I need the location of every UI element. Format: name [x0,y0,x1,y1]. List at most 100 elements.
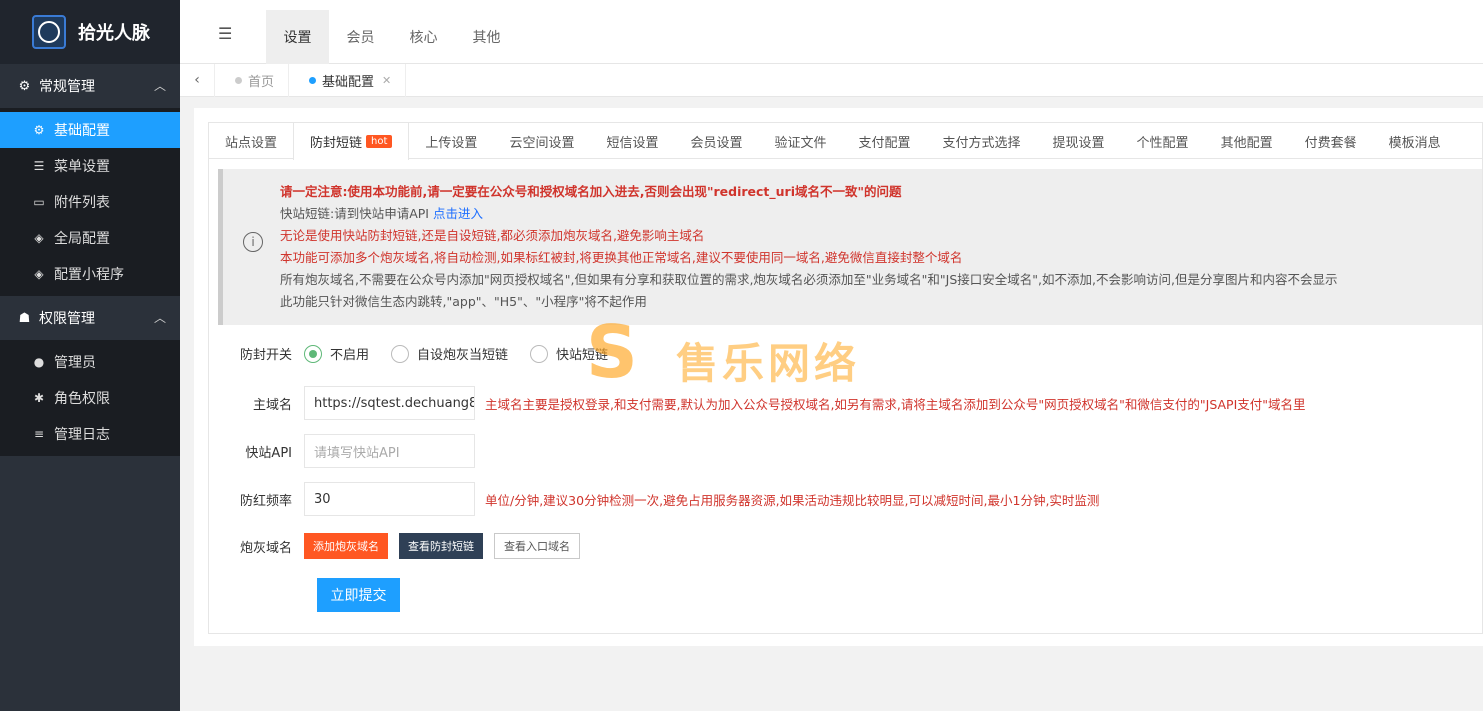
menu-icon: ☰ [33,159,45,173]
page-tab-home[interactable]: 首页 [215,63,290,97]
chevron-left-icon[interactable]: ‹ [180,63,215,97]
row-kuaizhan-api: 快站API 请填写快站API [209,434,475,468]
folder-icon: ▭ [33,195,45,209]
tab-sms-settings[interactable]: 短信设置 [590,123,674,159]
tab-member-settings[interactable]: 会员设置 [674,123,758,159]
page-tab-label: 首页 [248,74,275,90]
close-icon[interactable]: ✕ [382,74,391,87]
sidebar-item-roles[interactable]: ✱ 角色权限 [0,380,180,416]
radio-custom-short-link[interactable]: 自设炮灰当短链 [391,344,508,363]
sidebar-item-admins[interactable]: ● 管理员 [0,344,180,380]
main-domain-input[interactable]: https://sqtest.dechuang8.cn/ [304,386,475,420]
tab-site-settings[interactable]: 站点设置 [209,123,293,159]
field-label: 防红频率 [239,493,292,509]
tab-personal-config[interactable]: 个性配置 [1121,123,1205,159]
sidebar-item-label: 附件列表 [54,195,110,211]
cube-icon: ◈ [34,267,44,281]
radio-kuaizhan-short-link[interactable]: 快站短链 [530,344,608,363]
hot-badge: hot [366,135,393,148]
radio-label: 快站短链 [556,348,609,363]
page-tabs-bar: ‹ 首页 基础配置 ✕ [180,63,1483,97]
tab-payment-method[interactable]: 支付方式选择 [927,123,1037,159]
sidebar-item-menu-settings[interactable]: ☰ 菜单设置 [0,148,180,184]
kuaizhan-api-input[interactable]: 请填写快站API [304,434,475,468]
notice-line-2: 快站短链:请到快站申请API 点击进入 [280,203,1482,225]
chevron-up-icon: ︿ [153,79,166,93]
gear-icon: ⚙ [18,78,31,94]
notice-line-3: 无论是使用快站防封短链,还是自设短链,都必须添加炮灰域名,避免影响主域名 [280,228,705,243]
menu-toggle-icon[interactable]: ☰ [218,24,232,43]
cube-icon: ◈ [34,231,44,245]
sidebar-submenu-general: ⚙ 基础配置 ☰ 菜单设置 ▭ 附件列表 ◈ 全局配置 ◈ 配置小程序 [0,108,180,296]
field-label: 防封开关 [239,348,292,363]
frequency-input[interactable]: 30 [304,482,475,516]
sidebar-item-label: 配置小程序 [54,267,124,283]
notice-box: i 请一定注意:使用本功能前,请一定要在公众号和授权域名加入进去,否则会出现"r… [218,169,1482,325]
tab-template-messages[interactable]: 模板消息 [1373,123,1457,159]
tab-anti-block-link[interactable]: 防封短链 hot [293,123,410,160]
dot-icon [309,76,317,84]
sidebar-item-attachments[interactable]: ▭ 附件列表 [0,184,180,220]
top-nav-other[interactable]: 其他 [455,10,518,64]
radio-icon [530,344,549,363]
top-nav-members[interactable]: 会员 [329,10,392,64]
row-main-domain: 主域名 https://sqtest.dechuang8.cn/ 主域名主要是授… [209,386,1306,420]
tab-other-config[interactable]: 其他配置 [1205,123,1289,159]
sidebar-submenu-permissions: ● 管理员 ✱ 角色权限 ≡ 管理日志 [0,340,180,456]
sidebar-item-label: 管理员 [54,355,96,371]
top-nav-core[interactable]: 核心 [392,10,455,64]
sidebar-group-general[interactable]: ⚙ 常规管理 ︿ [0,64,180,108]
sidebar-group-label: 权限管理 [39,311,95,327]
tab-verify-file[interactable]: 验证文件 [758,123,842,159]
list-icon: ≡ [33,427,45,441]
notice-line-4: 本功能可添加多个炮灰域名,将自动检测,如果标红被封,将更换其他正常域名,建议不要… [280,250,963,265]
tab-paid-plans[interactable]: 付费套餐 [1289,123,1373,159]
tab-cloud-storage[interactable]: 云空间设置 [493,123,590,159]
view-short-link-button[interactable]: 查看防封短链 [399,533,483,559]
radio-icon [304,344,322,363]
field-label: 快站API [245,445,292,461]
tab-withdraw-settings[interactable]: 提现设置 [1037,123,1121,159]
tab-label: 防封短链 [310,136,363,151]
sidebar-item-label: 菜单设置 [54,159,110,175]
view-entry-domain-button[interactable]: 查看入口域名 [494,533,580,559]
frequency-hint: 单位/分钟,建议30分钟检测一次,避免占用服务器资源,如果活动违规比较明显,可以… [485,492,1100,508]
add-cannon-domain-button[interactable]: 添加炮灰域名 [304,533,388,559]
tab-payment-config[interactable]: 支付配置 [843,123,927,159]
gear-icon: ⚙ [33,123,45,137]
main-domain-hint: 主域名主要是授权登录,和支付需要,默认为加入公众号授权域名,如另有需求,请将主域… [485,396,1306,412]
sidebar-item-label: 基础配置 [54,123,110,139]
top-nav-settings[interactable]: 设置 [266,10,329,64]
top-nav: 设置 会员 核心 其他 [266,10,518,64]
row-switch: 防封开关 不启用 自设炮灰当短链 快站短链 [209,344,630,363]
content-tabs: 站点设置 防封短链 hot 上传设置 云空间设置 短信设置 会员设置 验证文件 支… [209,123,1482,160]
sidebar-group-permissions[interactable]: ☗ 权限管理 ︿ [0,296,180,340]
radio-label: 自设炮灰当短链 [417,348,509,363]
page-tab-label: 基础配置 [322,74,375,90]
radio-disabled[interactable]: 不启用 [304,344,369,363]
sidebar-group-label: 常规管理 [39,79,95,95]
brand-name: 拾光人脉 [78,23,150,44]
sidebar-item-basic-config[interactable]: ⚙ 基础配置 [0,112,180,148]
chevron-up-icon: ︿ [153,311,166,325]
admin-icon: ● [33,355,45,369]
submit-button[interactable]: 立即提交 [317,578,400,612]
brand-logo[interactable]: 拾光人脉 [0,0,180,64]
sidebar-item-logs[interactable]: ≡ 管理日志 [0,416,180,452]
page-tab-current[interactable]: 基础配置 ✕ [289,63,407,97]
sidebar-item-miniprogram[interactable]: ◈ 配置小程序 [0,256,180,292]
tab-upload-settings[interactable]: 上传设置 [409,123,493,159]
sidebar-item-label: 全局配置 [54,231,110,247]
notice-line-6: 此功能只针对微信生态内跳转,"app"、"H5"、"小程序"将不起作用 [280,294,647,309]
sidebar-item-global-config[interactable]: ◈ 全局配置 [0,220,180,256]
notice-line-5: 所有炮灰域名,不需要在公众号内添加"网页授权域名",但如果有分享和获取位置的需求… [280,272,1338,287]
sidebar: 拾光人脉 ⚙ 常规管理 ︿ ⚙ 基础配置 ☰ 菜单设置 ▭ 附件列表 ◈ 全局配置 ◈ 配… [0,0,180,711]
sidebar-item-label: 角色权限 [54,391,110,407]
top-bar: ☰ 设置 会员 核心 其他 [180,0,1483,64]
row-cannon-domains: 炮灰域名 添加炮灰域名 查看防封短链 查看入口域名 [209,533,591,559]
notice-link[interactable]: 点击进入 [433,206,483,221]
users-icon: ☗ [18,310,31,326]
notice-line-1: 请一定注意:使用本功能前,请一定要在公众号和授权域名加入进去,否则会出现"red… [280,184,902,199]
notice-text: 快站短链:请到快站申请API [280,206,429,221]
sidebar-item-label: 管理日志 [54,427,110,443]
